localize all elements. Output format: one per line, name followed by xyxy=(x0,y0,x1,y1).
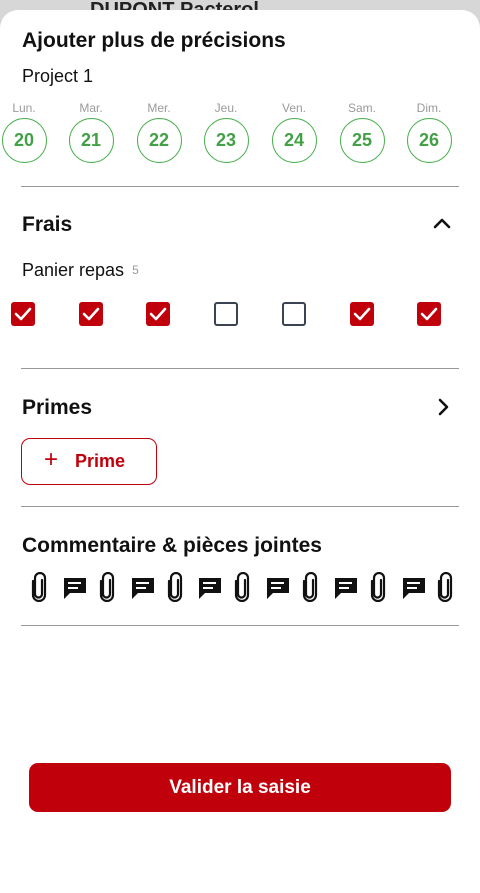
panier-checkbox[interactable] xyxy=(214,302,238,326)
divider xyxy=(21,368,459,369)
panier-checkbox[interactable] xyxy=(350,302,374,326)
add-prime-label: Prime xyxy=(75,451,126,471)
day-name: Lun. xyxy=(12,101,36,115)
checkmark-icon xyxy=(149,307,167,321)
panier-checkbox[interactable] xyxy=(11,302,35,326)
comment-icon[interactable] xyxy=(130,575,156,606)
paperclip-icon[interactable] xyxy=(99,571,115,607)
divider xyxy=(21,506,459,507)
add-prime-button[interactable]: + Prime xyxy=(21,438,157,485)
checkmark-icon xyxy=(14,307,32,321)
panier-label-text: Panier repas xyxy=(22,260,125,280)
paperclip-icon[interactable] xyxy=(31,571,47,607)
comment-icon[interactable] xyxy=(197,575,223,606)
day-number: 26 xyxy=(406,118,452,163)
validate-button[interactable]: Valider la saisie xyxy=(29,763,451,812)
day-item[interactable]: Jeu. 23 xyxy=(198,100,254,163)
day-item[interactable]: Ven. 24 xyxy=(266,100,322,163)
day-number: 21 xyxy=(68,118,114,163)
day-name: Mer. xyxy=(147,101,171,115)
panier-checkbox[interactable] xyxy=(417,302,441,326)
plus-icon: + xyxy=(44,446,59,473)
day-name: Jeu. xyxy=(214,101,238,115)
day-number: 22 xyxy=(136,118,182,163)
checkmark-icon xyxy=(82,307,100,321)
day-number: 20 xyxy=(1,118,47,163)
panier-checkbox[interactable] xyxy=(146,302,170,326)
panier-checkbox[interactable] xyxy=(282,302,306,326)
primes-title: Primes xyxy=(22,396,93,419)
day-number: 24 xyxy=(271,118,317,163)
day-item[interactable]: Mar. 21 xyxy=(63,100,119,163)
commentaire-title: Commentaire & pièces jointes xyxy=(22,534,322,557)
chevron-right-icon[interactable] xyxy=(433,397,453,417)
divider xyxy=(21,186,459,187)
day-selector: Lun. 20 Mar. 21 Mer. 22 Jeu. 23 Ven. 24 … xyxy=(0,100,480,170)
background-title: DUPONT Pacterol xyxy=(90,0,259,10)
comment-icon[interactable] xyxy=(333,575,359,606)
bottom-sheet: Ajouter plus de précisions Project 1 Lun… xyxy=(0,10,480,893)
comment-icon[interactable] xyxy=(62,575,88,606)
paperclip-icon[interactable] xyxy=(167,571,183,607)
day-name: Ven. xyxy=(281,101,307,115)
paperclip-icon[interactable] xyxy=(437,571,453,607)
day-item[interactable]: Dim. 26 xyxy=(401,100,457,163)
day-name: Mar. xyxy=(79,101,103,115)
day-number: 23 xyxy=(203,118,249,163)
panier-count: 5 xyxy=(132,263,139,277)
comment-icon[interactable] xyxy=(401,575,427,606)
panier-repas-label: Panier repas 5 xyxy=(22,260,139,281)
day-item[interactable]: Sam. 25 xyxy=(334,100,390,163)
comment-icon[interactable] xyxy=(265,575,291,606)
frais-title: Frais xyxy=(22,213,73,236)
paperclip-icon[interactable] xyxy=(234,571,250,607)
project-name: Project 1 xyxy=(22,66,94,86)
sheet-title: Ajouter plus de précisions xyxy=(22,29,286,52)
checkmark-icon xyxy=(353,307,371,321)
day-item[interactable]: Mer. 22 xyxy=(131,100,187,163)
day-number: 25 xyxy=(339,118,385,163)
panier-checkbox[interactable] xyxy=(79,302,103,326)
divider xyxy=(21,625,459,626)
day-name: Dim. xyxy=(416,101,442,115)
checkmark-icon xyxy=(420,307,438,321)
day-name: Sam. xyxy=(347,101,376,115)
paperclip-icon[interactable] xyxy=(370,571,386,607)
paperclip-icon[interactable] xyxy=(302,571,318,607)
day-item[interactable]: Lun. 20 xyxy=(0,100,52,163)
chevron-up-icon[interactable] xyxy=(432,214,452,234)
